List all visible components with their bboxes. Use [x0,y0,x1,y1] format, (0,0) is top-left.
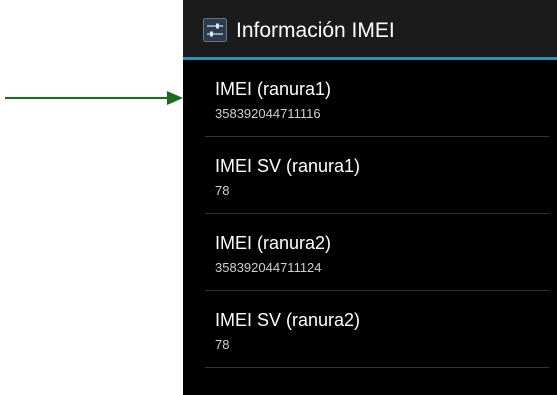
list-item-imei-slot2[interactable]: IMEI (ranura2) 358392044711124 [183,214,557,291]
divider [205,367,549,368]
list-item-imei-sv-slot1[interactable]: IMEI SV (ranura1) 78 [183,137,557,214]
item-value: 78 [215,337,230,352]
item-label: IMEI SV (ranura1) [215,156,361,176]
imei-info-list: IMEI (ranura1) 358392044711116 IMEI SV (… [183,60,557,368]
list-item-imei-sv-slot2[interactable]: IMEI SV (ranura2) 78 [183,291,557,368]
action-bar: Información IMEI [183,0,557,60]
item-label: IMEI (ranura2) [215,233,332,253]
pointer-arrow-icon [5,91,183,105]
list-item-imei-slot1[interactable]: IMEI (ranura1) 358392044711116 [183,60,557,137]
item-label: IMEI SV (ranura2) [215,310,361,330]
phone-screen: Información IMEI IMEI (ranura1) 35839204… [183,0,557,395]
item-value: 78 [215,183,230,198]
settings-sliders-icon[interactable] [203,18,227,42]
item-value: 358392044711116 [215,106,321,121]
item-label: IMEI (ranura1) [215,79,332,99]
page-title: Información IMEI [236,19,395,42]
item-value: 358392044711124 [215,260,322,275]
